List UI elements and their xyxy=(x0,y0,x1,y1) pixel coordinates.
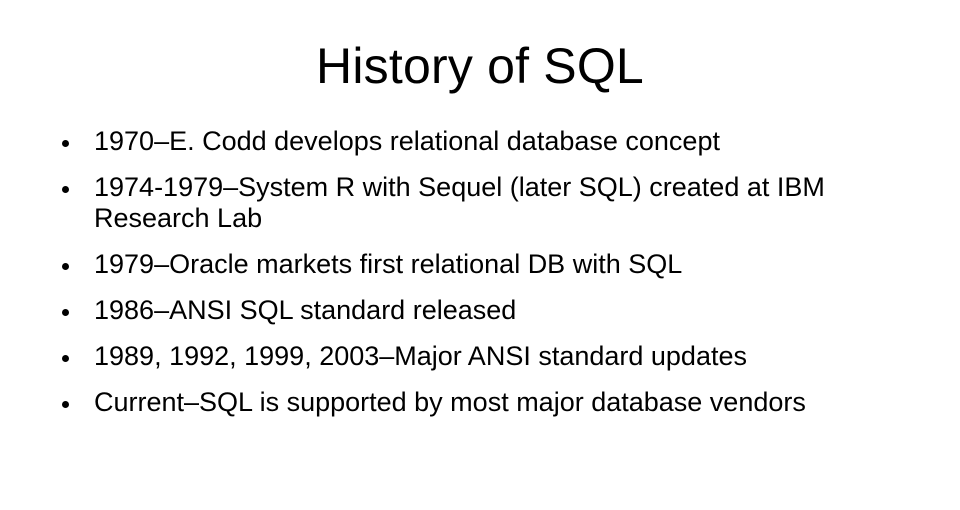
bullet-text: 1986–ANSI SQL standard released xyxy=(94,295,517,325)
bullet-item: 1979–Oracle markets first relational DB … xyxy=(62,249,872,280)
bullet-text: 1970–E. Codd develops relational databas… xyxy=(94,126,720,156)
bullet-text: 1989, 1992, 1999, 2003–Major ANSI standa… xyxy=(94,341,747,371)
bullet-list: 1970–E. Codd develops relational databas… xyxy=(62,126,872,433)
bullet-text: Current–SQL is supported by most major d… xyxy=(94,387,806,417)
bullet-item: 1970–E. Codd develops relational databas… xyxy=(62,126,872,157)
bullet-item: 1989, 1992, 1999, 2003–Major ANSI standa… xyxy=(62,341,872,372)
bullet-dot-icon xyxy=(62,140,69,147)
bullet-dot-icon xyxy=(62,186,69,193)
bullet-item: Current–SQL is supported by most major d… xyxy=(62,387,872,418)
slide-title: History of SQL xyxy=(316,38,644,94)
bullet-dot-icon xyxy=(62,309,69,316)
bullet-text: 1974-1979–System R with Sequel (later SQ… xyxy=(94,172,825,233)
slide: History of SQL 1970–E. Codd develops rel… xyxy=(0,0,960,510)
bullet-dot-icon xyxy=(62,355,69,362)
bullet-text: 1979–Oracle markets first relational DB … xyxy=(94,249,683,279)
bullet-item: 1974-1979–System R with Sequel (later SQ… xyxy=(62,172,872,234)
bullet-dot-icon xyxy=(62,401,69,408)
bullet-dot-icon xyxy=(62,263,69,270)
bullet-item: 1986–ANSI SQL standard released xyxy=(62,295,872,326)
